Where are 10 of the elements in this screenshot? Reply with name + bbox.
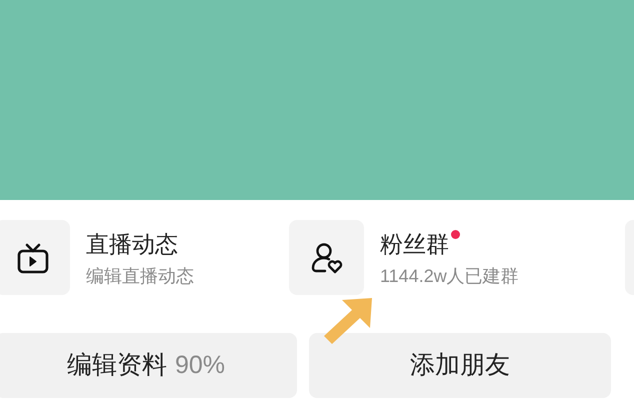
- tv-icon: [16, 240, 50, 274]
- action-button[interactable]: 编辑资料 90%: [0, 333, 297, 398]
- person-heart-icon: [310, 240, 344, 274]
- shortcut-subtitle: 编辑直播动态: [86, 264, 194, 286]
- shortcut-title: 直播动态: [86, 230, 178, 258]
- shortcut-title: 粉丝群: [380, 230, 449, 258]
- action-button[interactable]: 添加朋友: [309, 333, 611, 398]
- icon-tile[interactable]: [289, 220, 364, 295]
- shortcut-subtitle: 1144.2w人已建群: [380, 264, 519, 286]
- icon-tile[interactable]: [0, 220, 70, 295]
